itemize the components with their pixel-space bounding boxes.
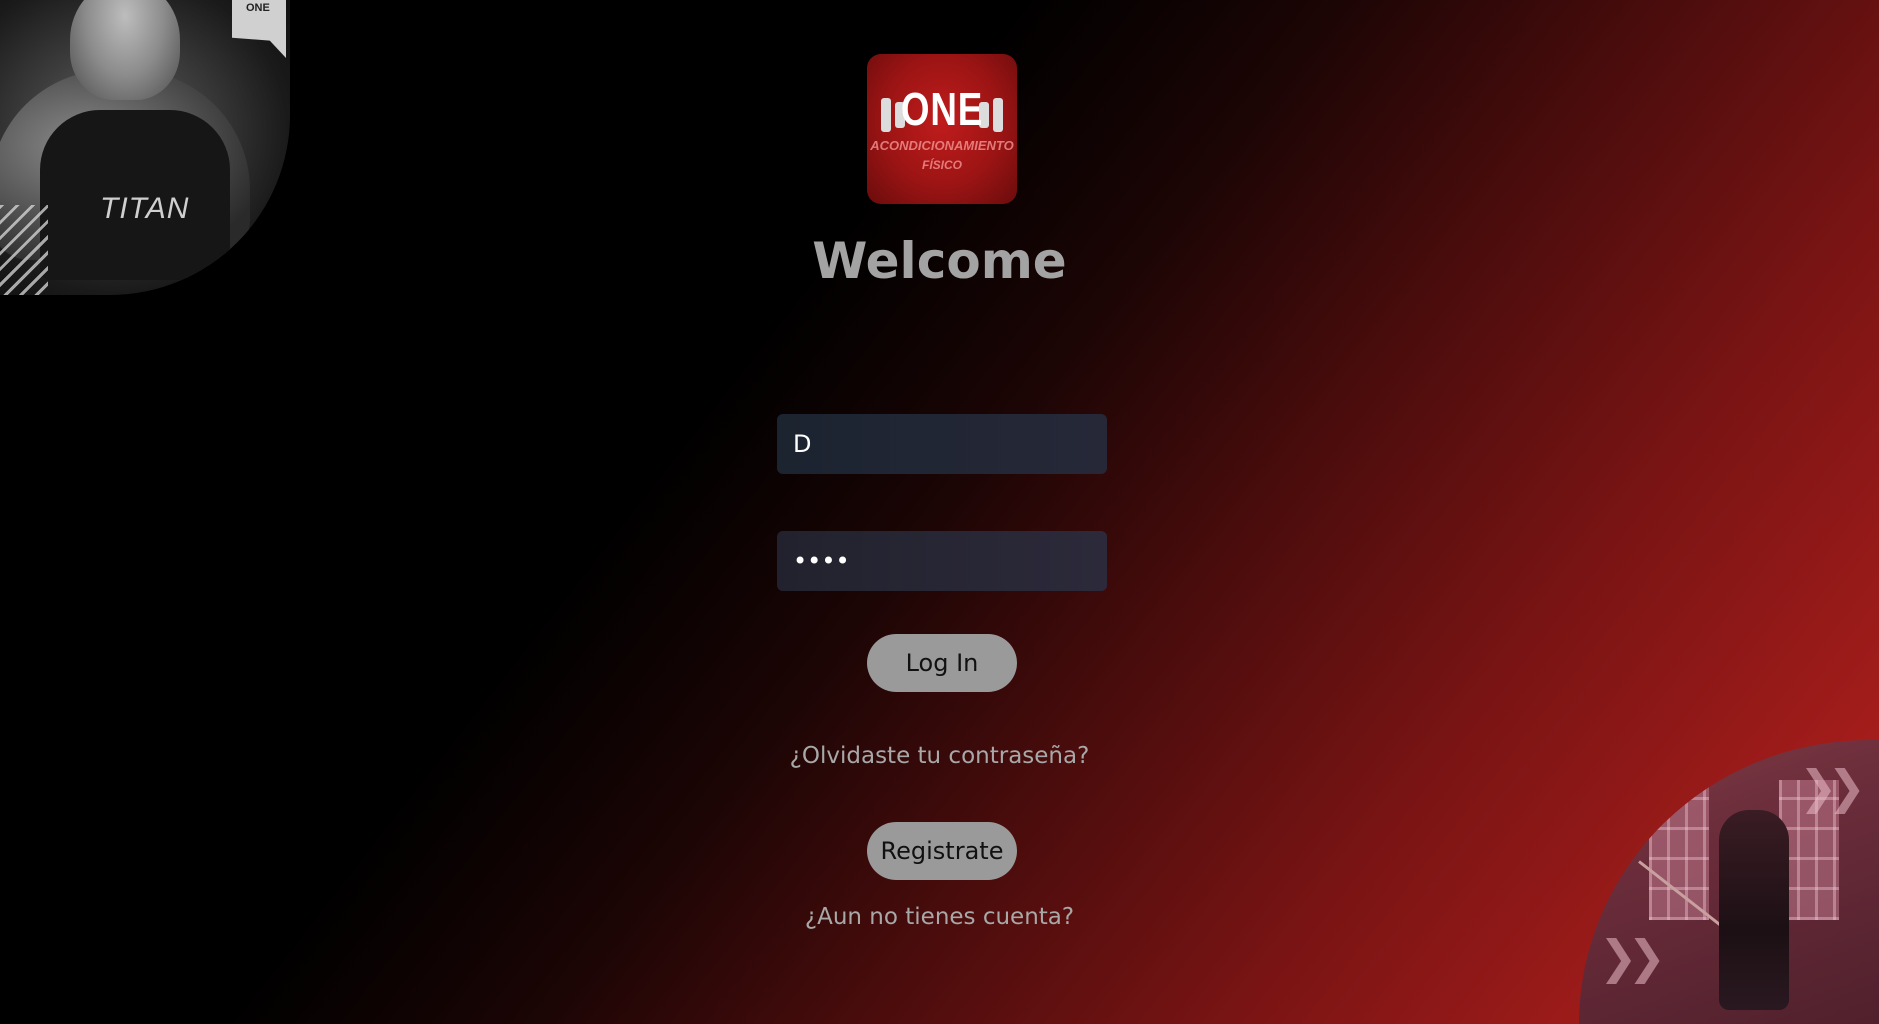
app-logo: ONE ACONDICIONAMIENTO FÍSICO [867, 54, 1017, 204]
password-input[interactable] [777, 531, 1107, 591]
forgot-password-link[interactable]: ¿Olvidaste tu contraseña? [0, 743, 1879, 769]
logo-word: ONE [900, 83, 984, 135]
page-title: Welcome [812, 232, 1067, 290]
logo-subtitle-2: FÍSICO [921, 158, 962, 172]
login-panel: ONE ACONDICIONAMIENTO FÍSICO Welcome Log… [0, 0, 1879, 1024]
no-account-text: ¿Aun no tienes cuenta? [804, 904, 1075, 930]
username-input[interactable] [777, 414, 1107, 474]
logo-subtitle: ACONDICIONAMIENTO [870, 138, 1014, 153]
register-button[interactable]: Registrate [867, 822, 1017, 880]
login-button[interactable]: Log In [867, 634, 1017, 692]
